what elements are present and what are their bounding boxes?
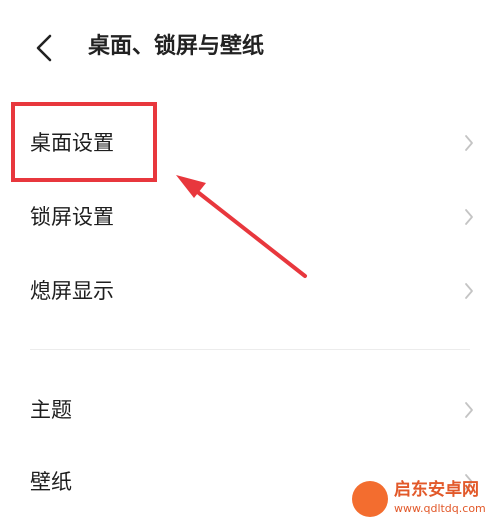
settings-item-label: 锁屏设置 — [30, 205, 114, 229]
watermark-url: www.qdltdq.com — [394, 502, 486, 515]
chevron-right-icon — [465, 402, 473, 418]
chevron-right-icon — [465, 209, 473, 225]
chevron-left-icon[interactable] — [30, 30, 60, 66]
chevron-right-icon — [465, 135, 473, 151]
settings-item-theme[interactable]: 主题 — [0, 375, 500, 445]
highlight-box — [11, 102, 157, 182]
settings-item-always-on-display[interactable]: 熄屏显示 — [0, 256, 500, 326]
page-title: 桌面、锁屏与壁纸 — [88, 34, 265, 59]
watermark-name: 启东安卓网 — [394, 480, 479, 500]
header: 桌面、锁屏与壁纸 — [0, 0, 500, 100]
settings-item-label: 壁纸 — [30, 470, 72, 494]
settings-item-lockscreen[interactable]: 锁屏设置 — [0, 182, 500, 252]
watermark: 启东安卓网 www.qdltdq.com — [352, 477, 492, 521]
section-divider — [30, 349, 470, 350]
settings-item-label: 熄屏显示 — [30, 279, 114, 303]
settings-item-label: 主题 — [30, 398, 72, 422]
watermark-logo-icon — [352, 481, 388, 517]
chevron-right-icon — [465, 283, 473, 299]
